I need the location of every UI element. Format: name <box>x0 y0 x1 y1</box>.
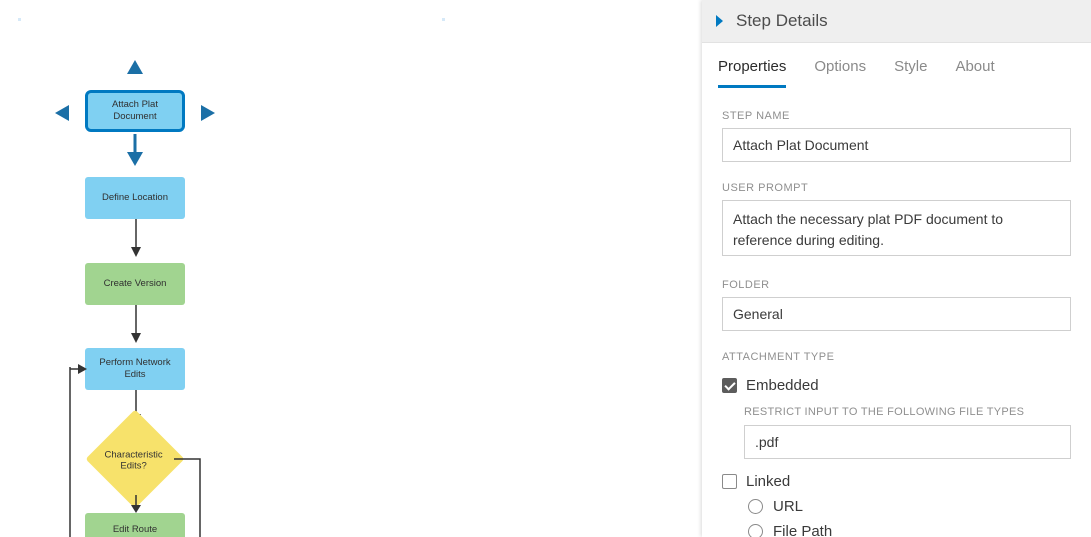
linked-checkbox[interactable] <box>722 474 737 489</box>
node-label: Define Location <box>102 192 168 204</box>
panel-title: Step Details <box>736 11 828 31</box>
node-define-location[interactable]: Define Location <box>85 177 185 219</box>
node-characteristic-edits[interactable]: Characteristic Edits? <box>86 410 185 509</box>
arrow-down-icon <box>131 219 141 259</box>
node-label: Perform Network Edits <box>89 357 181 381</box>
user-prompt-input[interactable] <box>722 200 1071 256</box>
url-row: URL <box>722 494 1071 519</box>
filepath-radio[interactable] <box>748 524 763 537</box>
node-label: Edit Route <box>113 524 157 535</box>
filepath-label: File Path <box>773 523 832 537</box>
url-label: URL <box>773 498 803 515</box>
node-label: Attach Plat Document <box>92 99 178 123</box>
arrow-down-icon <box>131 305 141 345</box>
embedded-label: Embedded <box>746 377 819 394</box>
chevron-right-icon <box>716 15 724 27</box>
folder-input[interactable] <box>722 297 1071 331</box>
grid-dot <box>442 18 445 21</box>
filepath-row: File Path <box>722 519 1071 537</box>
tab-options[interactable]: Options <box>814 58 866 88</box>
panel-body: STEP NAME USER PROMPT FOLDER ATTACHMENT … <box>702 88 1091 537</box>
panel-header: Step Details <box>702 0 1091 43</box>
handle-left-icon[interactable] <box>55 105 69 121</box>
node-label: Characteristic Edits? <box>99 449 169 471</box>
handle-bottom-icon[interactable] <box>127 152 143 166</box>
embedded-row: Embedded <box>722 373 1071 398</box>
step-name-label: STEP NAME <box>722 110 1071 122</box>
workflow-canvas[interactable]: Attach Plat Document Define Location Cre… <box>0 0 702 537</box>
restrict-label: RESTRICT INPUT TO THE FOLLOWING FILE TYP… <box>744 406 1071 418</box>
connector-line <box>69 367 72 537</box>
step-name-input[interactable] <box>722 128 1071 162</box>
panel-tabs: Properties Options Style About <box>702 43 1091 88</box>
linked-row: Linked <box>722 469 1071 494</box>
restrict-input[interactable] <box>744 425 1071 459</box>
tab-style[interactable]: Style <box>894 58 927 88</box>
node-create-version[interactable]: Create Version <box>85 263 185 305</box>
embedded-checkbox[interactable] <box>722 378 737 393</box>
step-details-panel: Step Details Properties Options Style Ab… <box>702 0 1091 537</box>
folder-label: FOLDER <box>722 279 1071 291</box>
handle-top-icon[interactable] <box>127 60 143 74</box>
collapse-panel-button[interactable] <box>714 0 726 42</box>
handle-right-icon[interactable] <box>201 105 215 121</box>
node-perform-network-edits[interactable]: Perform Network Edits <box>85 348 185 390</box>
node-attach-plat-document[interactable]: Attach Plat Document <box>85 90 185 132</box>
attachment-type-label: ATTACHMENT TYPE <box>722 351 1071 363</box>
url-radio[interactable] <box>748 499 763 514</box>
grid-dot <box>18 18 21 21</box>
node-edit-route[interactable]: Edit Route <box>85 513 185 537</box>
restrict-block: RESTRICT INPUT TO THE FOLLOWING FILE TYP… <box>744 406 1071 459</box>
user-prompt-label: USER PROMPT <box>722 182 1071 194</box>
tab-about[interactable]: About <box>955 58 994 88</box>
node-label: Create Version <box>104 278 167 290</box>
connector-line <box>133 134 137 152</box>
tab-properties[interactable]: Properties <box>718 58 786 88</box>
linked-label: Linked <box>746 473 790 490</box>
